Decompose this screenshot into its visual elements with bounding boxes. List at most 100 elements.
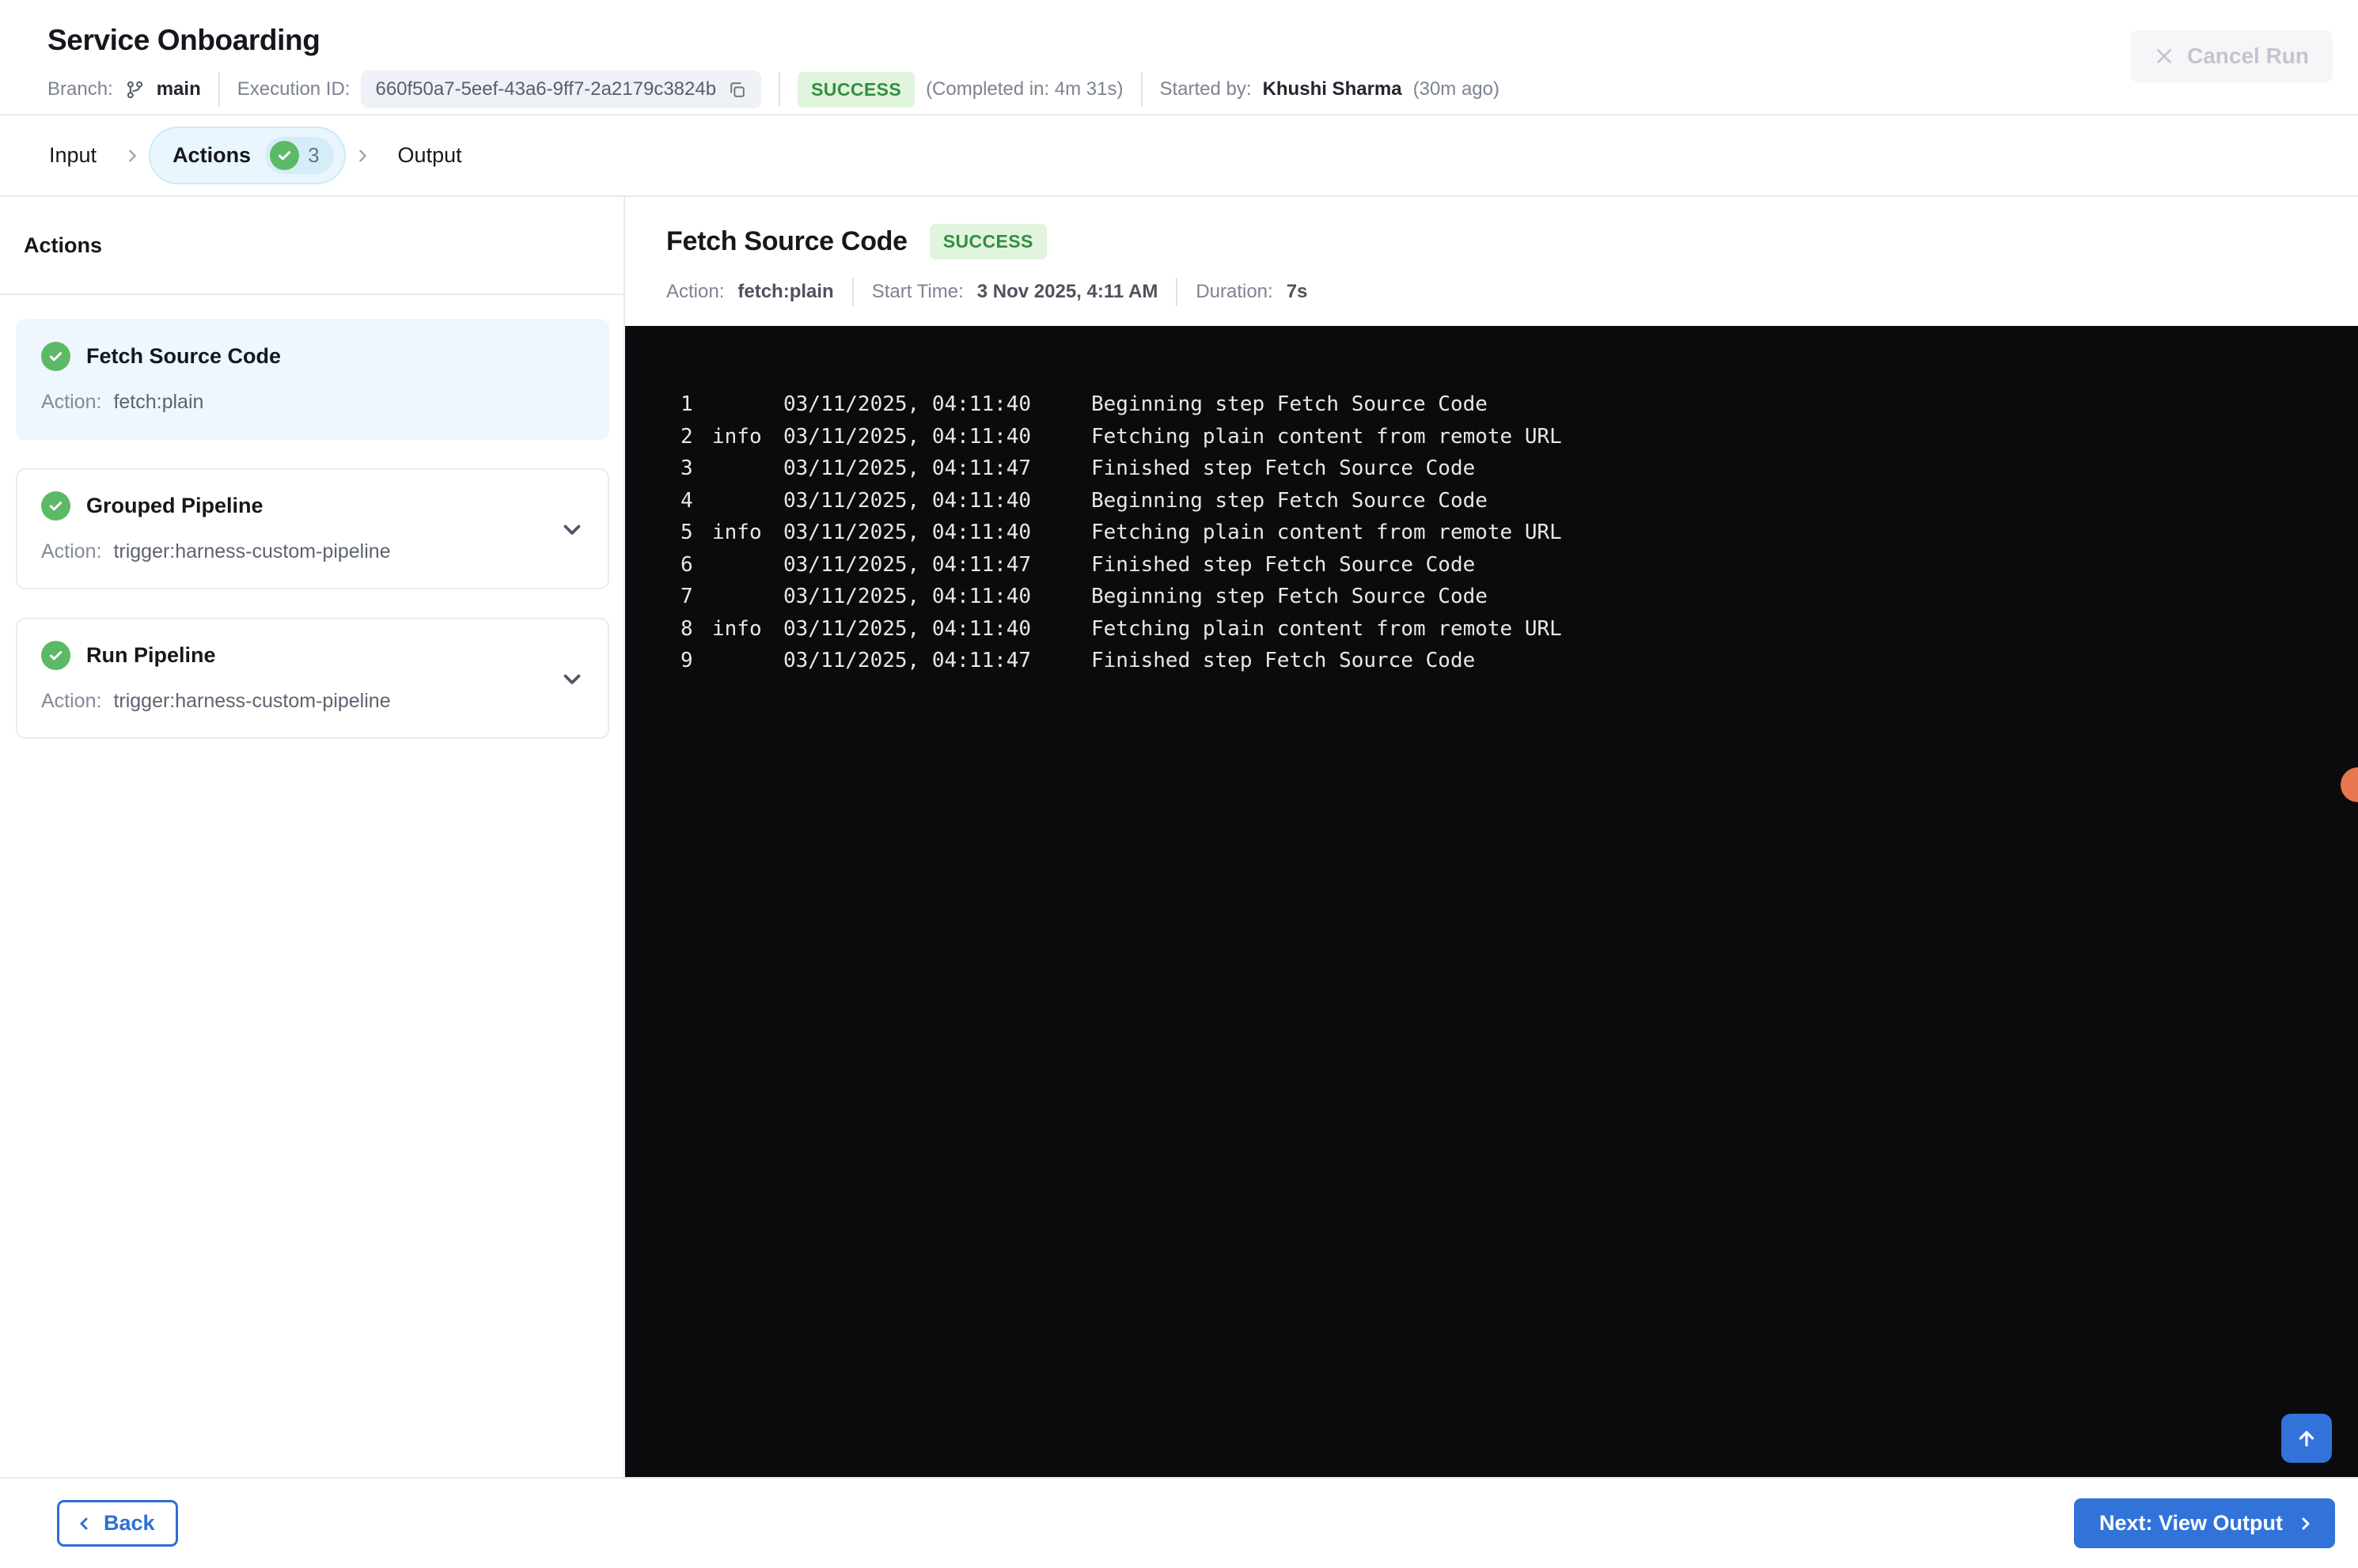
scroll-marker-dot: [2341, 767, 2358, 802]
log-row: 1 03/11/2025, 04:11:40 Beginning step Fe…: [680, 388, 2358, 421]
back-button[interactable]: Back: [57, 1500, 178, 1547]
action-value: trigger:harness-custom-pipeline: [113, 690, 391, 712]
log-row: 8 info 03/11/2025, 04:11:40 Fetching pla…: [680, 613, 2358, 646]
step-action-label: Action:: [666, 281, 725, 302]
log-message: Finished step Fetch Source Code: [1091, 649, 1476, 673]
action-label: Action:: [41, 391, 102, 413]
started-ago-text: (30m ago): [1412, 78, 1499, 100]
step-status-badge: SUCCESS: [929, 224, 1047, 259]
sidebar-heading: Actions: [0, 197, 624, 295]
step-duration-label: Duration:: [1196, 281, 1273, 302]
log-timestamp: 03/11/2025, 04:11:47: [783, 552, 1032, 577]
chevron-right-icon: [123, 147, 141, 165]
log-line-number: 5: [680, 521, 693, 545]
completed-in-text: (Completed in: 4m 31s): [926, 78, 1124, 100]
status-check-icon: [41, 641, 70, 670]
log-row: 5 info 03/11/2025, 04:11:40 Fetching pla…: [680, 517, 2358, 549]
log-message: Finished step Fetch Source Code: [1091, 552, 1476, 577]
log-message: Beginning step Fetch Source Code: [1091, 392, 1488, 417]
copy-icon[interactable]: [727, 80, 747, 100]
badge-count: 3: [308, 143, 320, 167]
action-card[interactable]: Fetch Source Code Action: fetch:plain: [16, 319, 609, 440]
log-level: info: [712, 616, 762, 641]
step-start-time-value: 3 Nov 2025, 4:11 AM: [976, 281, 1158, 302]
log-line-number: 8: [680, 616, 693, 641]
action-card-list: Fetch Source Code Action: fetch:plain Gr…: [0, 295, 624, 739]
started-by-name: Khushi Sharma: [1262, 78, 1402, 100]
log-timestamp: 03/11/2025, 04:11:40: [783, 616, 1032, 641]
actions-sidebar: Actions Fetch Source Code Action: fetch:…: [0, 197, 625, 1477]
log-row: 4 03/11/2025, 04:11:40 Beginning step Fe…: [680, 485, 2358, 517]
log-message: Fetching plain content from remote URL: [1091, 616, 1562, 641]
tab-input[interactable]: Input: [30, 143, 116, 168]
log-message: Finished step Fetch Source Code: [1091, 456, 1476, 481]
chevron-right-icon: [2295, 1514, 2314, 1533]
close-icon: [2154, 46, 2174, 66]
log-timestamp: 03/11/2025, 04:11:47: [783, 649, 1032, 673]
execution-id-pill: 660f50a7-5eef-43a6-9ff7-2a2179c3824b: [361, 70, 762, 108]
step-detail-panel: Fetch Source Code SUCCESS Action: fetch:…: [625, 197, 2358, 1477]
log-timestamp: 03/11/2025, 04:11:40: [783, 585, 1032, 609]
log-line-number: 9: [680, 649, 693, 673]
cancel-run-button[interactable]: Cancel Run: [2129, 30, 2333, 82]
run-meta-row: Branch: main Execution ID: 660f50a7-5eef…: [47, 70, 2358, 108]
log-message: Fetching plain content from remote URL: [1091, 424, 1562, 449]
page-header: Service Onboarding Branch: main Executio…: [0, 0, 2358, 114]
actions-count-badge: 3: [265, 137, 334, 174]
log-line-number: 3: [680, 456, 693, 481]
log-row: 7 03/11/2025, 04:11:40 Beginning step Fe…: [680, 581, 2358, 613]
service-onboarding-page: Service Onboarding Branch: main Executio…: [0, 0, 2358, 1568]
divider: [779, 72, 781, 107]
action-card[interactable]: Run Pipeline Action: trigger:harness-cus…: [16, 618, 609, 739]
page-title: Service Onboarding: [47, 24, 320, 56]
step-duration-value: 7s: [1286, 281, 1308, 302]
action-label: Action:: [41, 540, 102, 562]
log-timestamp: 03/11/2025, 04:11:40: [783, 392, 1032, 417]
arrow-up-icon: [2295, 1426, 2318, 1450]
divider: [1176, 278, 1178, 306]
log-line-number: 7: [680, 585, 693, 609]
log-row: 3 03/11/2025, 04:11:47 Finished step Fet…: [680, 453, 2358, 485]
step-tab-bar: Input Actions 3 Output: [0, 114, 2358, 197]
log-level: info: [712, 424, 762, 449]
log-timestamp: 03/11/2025, 04:11:40: [783, 424, 1032, 449]
body: Actions Fetch Source Code Action: fetch:…: [0, 197, 2358, 1477]
log-line-number: 1: [680, 392, 693, 417]
scroll-to-top-button[interactable]: [2281, 1414, 2332, 1463]
log-line-number: 4: [680, 488, 693, 513]
divider: [1140, 72, 1143, 107]
tab-output[interactable]: Output: [379, 143, 481, 168]
started-by-label: Started by:: [1159, 78, 1252, 100]
run-status-badge: SUCCESS: [798, 71, 916, 108]
log-console[interactable]: 1 03/11/2025, 04:11:40 Beginning step Fe…: [625, 326, 2358, 1477]
card-title: Fetch Source Code: [86, 344, 282, 368]
status-check-icon: [41, 342, 70, 371]
branch-label: Branch:: [47, 78, 113, 100]
card-title: Grouped Pipeline: [86, 494, 263, 517]
branch-value: main: [156, 78, 201, 100]
step-action-value: fetch:plain: [737, 281, 834, 302]
wizard-footer: Back Next: View Output: [0, 1477, 2358, 1568]
log-message: Beginning step Fetch Source Code: [1091, 585, 1488, 609]
action-value: fetch:plain: [113, 391, 204, 413]
chevron-down-icon[interactable]: [559, 665, 586, 692]
tab-actions[interactable]: Actions 3: [149, 127, 346, 184]
execution-id-value: 660f50a7-5eef-43a6-9ff7-2a2179c3824b: [375, 78, 717, 100]
log-line-number: 2: [680, 424, 693, 449]
chevron-left-icon: [75, 1514, 94, 1533]
action-label: Action:: [41, 690, 102, 712]
log-timestamp: 03/11/2025, 04:11:40: [783, 488, 1032, 513]
card-title: Run Pipeline: [86, 643, 216, 667]
chevron-down-icon[interactable]: [559, 516, 586, 543]
log-timestamp: 03/11/2025, 04:11:40: [783, 521, 1032, 545]
log-timestamp: 03/11/2025, 04:11:47: [783, 456, 1032, 481]
log-message: Fetching plain content from remote URL: [1091, 521, 1562, 545]
step-meta-row: Action: fetch:plain Start Time: 3 Nov 20…: [666, 278, 2358, 306]
divider: [851, 278, 854, 306]
divider: [218, 72, 220, 107]
log-message: Beginning step Fetch Source Code: [1091, 488, 1488, 513]
step-start-time-label: Start Time:: [871, 281, 964, 302]
log-row: 6 03/11/2025, 04:11:47 Finished step Fet…: [680, 549, 2358, 581]
next-view-output-button[interactable]: Next: View Output: [2073, 1498, 2335, 1548]
action-card[interactable]: Grouped Pipeline Action: trigger:harness…: [16, 468, 609, 589]
